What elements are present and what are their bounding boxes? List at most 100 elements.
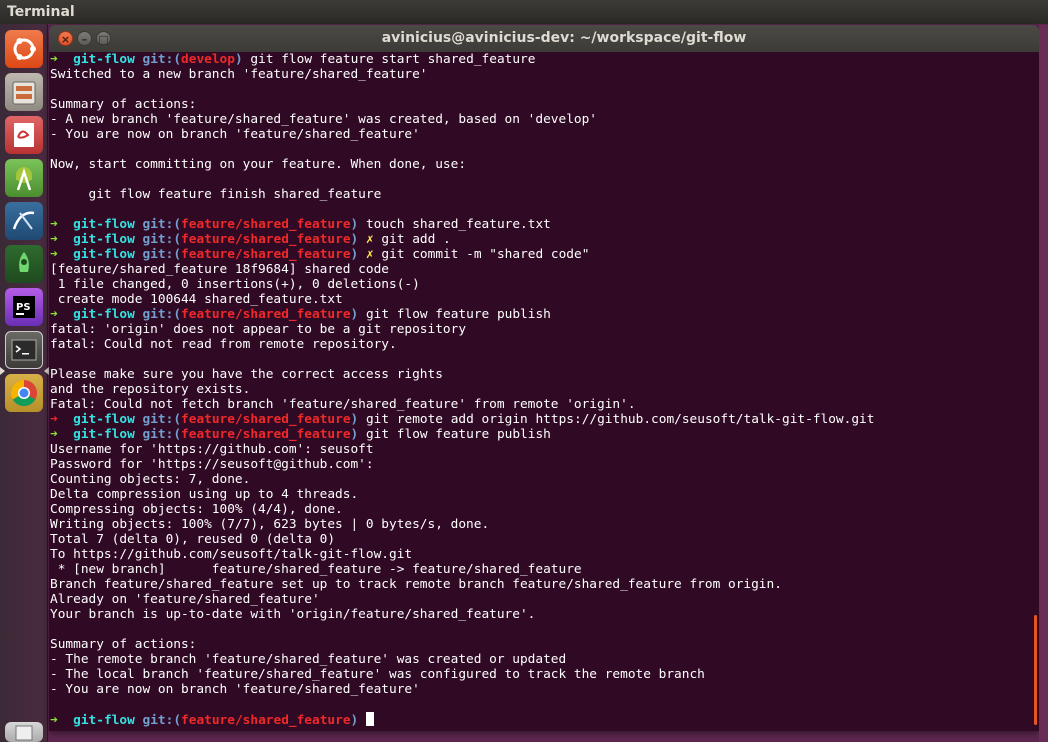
output-line: To https://github.com/seusoft/talk-git-f… bbox=[50, 547, 413, 562]
prompt-dir: git-flow bbox=[73, 217, 135, 232]
terminal-output[interactable]: ➜ git-flow git:(develop) git flow featur… bbox=[50, 52, 1026, 731]
prompt-arrow: ➜ bbox=[50, 232, 58, 247]
prompt-git-open: git:( bbox=[142, 217, 182, 232]
chrome-icon[interactable] bbox=[5, 374, 43, 412]
prompt-arrow: ➜ bbox=[50, 247, 58, 262]
prompt-dir: git-flow bbox=[73, 412, 135, 427]
prompt-dir: git-flow bbox=[73, 52, 135, 67]
top-panel-app-name: Terminal bbox=[0, 0, 1048, 24]
output-line: - The local branch 'feature/shared_featu… bbox=[50, 667, 705, 682]
output-line: Switched to a new branch 'feature/shared… bbox=[50, 67, 428, 82]
prompt-git-open: git:( bbox=[142, 307, 182, 322]
prompt-branch: feature/shared_feature bbox=[181, 217, 351, 232]
prompt-arrow: ➜ bbox=[50, 427, 58, 442]
output-line: Password for 'https://seusoft@github.com… bbox=[50, 457, 374, 472]
terminal-icon[interactable] bbox=[5, 331, 43, 369]
prompt-git-close: ) bbox=[350, 307, 359, 322]
command-text: git remote add origin https://github.com… bbox=[365, 412, 875, 427]
output-line: and the repository exists. bbox=[50, 382, 251, 397]
android-studio-icon[interactable] bbox=[5, 159, 43, 197]
prompt-branch: feature/shared_feature bbox=[181, 307, 351, 322]
output-line: Compressing objects: 100% (4/4), done. bbox=[50, 502, 343, 517]
prompt-line: ➜ git-flow git:(feature/shared_feature) … bbox=[50, 217, 1026, 232]
prompt-git-open: git:( bbox=[142, 713, 182, 728]
window-title: avinicius@avinicius-dev: ~/workspace/git… bbox=[381, 30, 747, 46]
desktop-edge bbox=[1039, 25, 1048, 742]
terminal-window: × – □ avinicius@avinicius-dev: ~/workspa… bbox=[49, 25, 1039, 731]
text-editor-icon[interactable] bbox=[5, 116, 43, 154]
phpstorm-icon[interactable]: PS bbox=[5, 288, 43, 326]
prompt-git-open: git:( bbox=[142, 427, 182, 442]
rocket-app-icon[interactable] bbox=[5, 245, 43, 283]
prompt-dir: git-flow bbox=[73, 247, 135, 262]
prompt-branch: feature/shared_feature bbox=[181, 412, 351, 427]
command-text: touch shared_feature.txt bbox=[365, 217, 551, 232]
output-line: - You are now on branch 'feature/shared_… bbox=[50, 127, 420, 142]
launcher: PS bbox=[0, 24, 49, 742]
prompt-git-close: ) bbox=[234, 52, 243, 67]
prompt-git-open: git:( bbox=[142, 52, 182, 67]
prompt-git-open: git:( bbox=[142, 247, 182, 262]
prompt-line: ➜ git-flow git:(feature/shared_feature) … bbox=[50, 427, 1026, 442]
output-line: Fatal: Could not fetch branch 'feature/s… bbox=[50, 397, 636, 412]
svg-text:PS: PS bbox=[16, 302, 31, 313]
output-line: Summary of actions: bbox=[50, 637, 197, 652]
prompt-git-close: ) bbox=[350, 427, 359, 442]
text-cursor bbox=[365, 712, 374, 726]
output-line: * [new branch] feature/shared_feature ->… bbox=[50, 562, 582, 577]
output-line: Now, start committing on your feature. W… bbox=[50, 157, 467, 172]
output-line: create mode 100644 shared_feature.txt bbox=[50, 292, 343, 307]
trash-icon[interactable] bbox=[5, 722, 43, 742]
output-line: Please make sure you have the correct ac… bbox=[50, 367, 443, 382]
command-text: git flow feature publish bbox=[365, 307, 551, 322]
output-line: Summary of actions: bbox=[50, 97, 197, 112]
output-line: fatal: Could not read from remote reposi… bbox=[50, 337, 397, 352]
prompt-branch: feature/shared_feature bbox=[181, 427, 351, 442]
command-text: git commit -m "shared code" bbox=[381, 247, 590, 262]
active-app-indicator-left bbox=[0, 367, 5, 375]
prompt-line: ➜ git-flow git:(feature/shared_feature) bbox=[50, 712, 1026, 728]
ubuntu-dash-icon[interactable] bbox=[5, 30, 43, 68]
prompt-git-open: git:( bbox=[142, 412, 182, 427]
prompt-git-close: ) bbox=[350, 713, 359, 728]
prompt-line: ➜ git-flow git:(feature/shared_feature) … bbox=[50, 232, 1026, 247]
prompt-line: ➜ git-flow git:(feature/shared_feature) … bbox=[50, 247, 1026, 262]
prompt-git-close: ) bbox=[350, 232, 359, 247]
prompt-line: ➜ git-flow git:(develop) git flow featur… bbox=[50, 52, 1026, 67]
output-line: 1 file changed, 0 insertions(+), 0 delet… bbox=[50, 277, 420, 292]
command-text: git flow feature publish bbox=[365, 427, 551, 442]
output-line: Branch feature/shared_feature set up to … bbox=[50, 577, 782, 592]
prompt-branch: feature/shared_feature bbox=[181, 713, 351, 728]
prompt-arrow: ➜ bbox=[50, 307, 58, 322]
scrollbar[interactable] bbox=[1034, 615, 1037, 725]
output-line: [feature/shared_feature 18f9684] shared … bbox=[50, 262, 389, 277]
prompt-arrow: ➜ bbox=[50, 52, 58, 67]
title-bar[interactable]: × – □ avinicius@avinicius-dev: ~/workspa… bbox=[49, 25, 1039, 52]
output-line: Writing objects: 100% (7/7), 623 bytes |… bbox=[50, 517, 490, 532]
prompt-line: ➜ git-flow git:(feature/shared_feature) … bbox=[50, 307, 1026, 322]
prompt-branch: feature/shared_feature bbox=[181, 232, 351, 247]
prompt-dir: git-flow bbox=[73, 427, 135, 442]
dirty-mark: ✗ bbox=[365, 232, 374, 247]
output-line: fatal: 'origin' does not appear to be a … bbox=[50, 322, 467, 337]
command-text: git flow feature start shared_feature bbox=[250, 52, 536, 67]
prompt-branch: develop bbox=[181, 52, 235, 67]
dirty-mark: ✗ bbox=[365, 247, 374, 262]
prompt-line: ➜ git-flow git:(feature/shared_feature) … bbox=[50, 412, 1026, 427]
output-line: Your branch is up-to-date with 'origin/f… bbox=[50, 607, 536, 622]
prompt-branch: feature/shared_feature bbox=[181, 247, 351, 262]
output-line: - The remote branch 'feature/shared_feat… bbox=[50, 652, 567, 667]
mysql-workbench-icon[interactable] bbox=[5, 202, 43, 240]
files-icon[interactable] bbox=[5, 73, 43, 111]
output-line: Total 7 (delta 0), reused 0 (delta 0) bbox=[50, 532, 336, 547]
prompt-git-close: ) bbox=[350, 412, 359, 427]
output-line: - You are now on branch 'feature/shared_… bbox=[50, 682, 420, 697]
prompt-git-close: ) bbox=[350, 217, 359, 232]
